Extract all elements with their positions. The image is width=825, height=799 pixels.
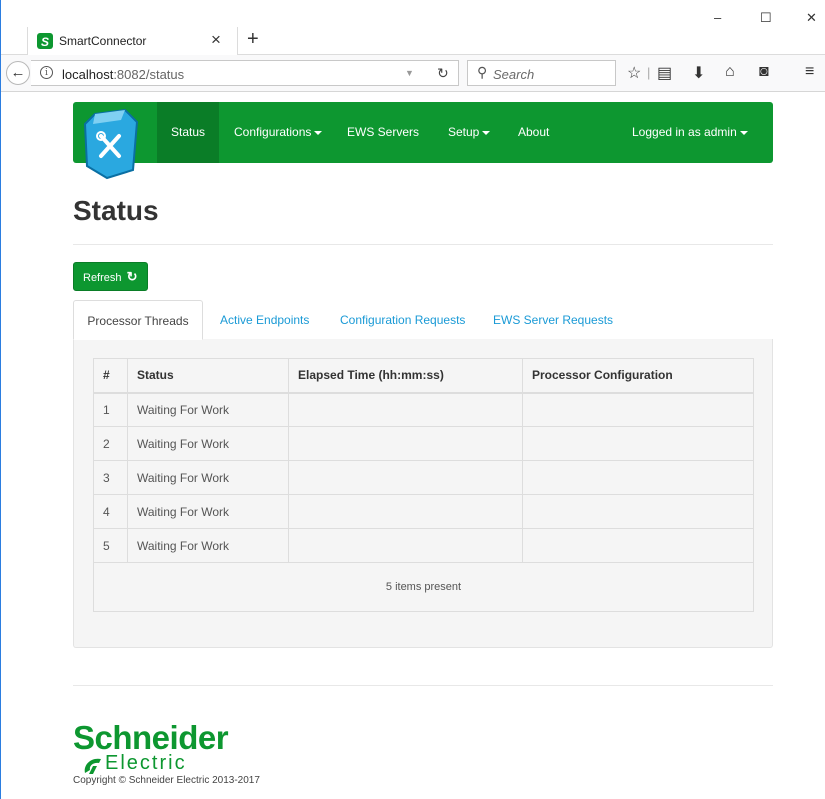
- table-header-row: # Status Elapsed Time (hh:mm:ss) Process…: [93, 358, 754, 394]
- nav-about-label: About: [518, 125, 550, 139]
- row-elapsed: [288, 528, 523, 563]
- row-elapsed: [288, 426, 523, 461]
- table-row[interactable]: 1 Waiting For Work: [93, 392, 754, 427]
- row-status: Waiting For Work: [127, 494, 289, 529]
- nav-configurations-label: Configurations: [234, 125, 312, 139]
- row-config: [522, 392, 754, 427]
- col-config-header[interactable]: Processor Configuration: [522, 358, 754, 394]
- pocket-icon[interactable]: ◙: [759, 63, 769, 81]
- nav-setup[interactable]: Setup: [448, 102, 491, 163]
- col-elapsed-header[interactable]: Elapsed Time (hh:mm:ss): [288, 358, 523, 394]
- browser-window: S SmartConnector × + – ☐ ✕ ← i localhost…: [0, 0, 825, 799]
- search-input[interactable]: ⚲ Search: [467, 60, 616, 86]
- menu-icon[interactable]: ≡: [805, 63, 814, 81]
- maximize-icon[interactable]: ☐: [760, 10, 772, 26]
- row-elapsed: [288, 392, 523, 427]
- row-number: 4: [93, 494, 128, 529]
- footer-divider: [73, 685, 773, 686]
- search-placeholder: Search: [493, 67, 535, 82]
- nav-status[interactable]: Status: [157, 102, 219, 163]
- svg-text:S: S: [41, 35, 49, 49]
- col-status-header[interactable]: Status: [127, 358, 289, 394]
- download-icon[interactable]: ⬇: [692, 63, 705, 83]
- schneider-logo-mark-icon: [84, 758, 101, 774]
- refresh-icon: ↻: [126, 269, 138, 284]
- new-tab-icon[interactable]: +: [247, 28, 259, 51]
- minimize-icon[interactable]: –: [714, 10, 721, 25]
- schneider-electric-logo: Schneider Electric: [73, 719, 243, 779]
- smartconnector-favicon-icon: S: [37, 33, 53, 49]
- refresh-button[interactable]: Refresh ↻: [73, 262, 148, 291]
- tab-active-endpoints[interactable]: Active Endpoints: [220, 300, 309, 340]
- col-number-header[interactable]: #: [93, 358, 128, 394]
- smartconnector-logo-icon[interactable]: [81, 108, 139, 180]
- url-bar[interactable]: i localhost:8082/status ▼ ↻: [31, 60, 459, 86]
- row-status: Waiting For Work: [127, 426, 289, 461]
- nav-ews-servers-label: EWS Servers: [347, 125, 420, 139]
- row-number: 2: [93, 426, 128, 461]
- tab-processor-threads[interactable]: Processor Threads: [73, 300, 203, 340]
- nav-configurations[interactable]: Configurations: [234, 102, 323, 163]
- row-number: 1: [93, 392, 128, 427]
- tab-panel: # Status Elapsed Time (hh:mm:ss) Process…: [73, 339, 773, 648]
- row-status: Waiting For Work: [127, 528, 289, 563]
- info-icon[interactable]: i: [40, 66, 53, 79]
- url-path: :8082/status: [113, 67, 185, 82]
- row-config: [522, 426, 754, 461]
- star-icon[interactable]: ☆: [627, 63, 641, 83]
- nav-setup-label: Setup: [448, 125, 480, 139]
- tab-configuration-requests-label: Configuration Requests: [340, 313, 466, 327]
- refresh-label: Refresh: [83, 272, 122, 284]
- row-elapsed: [288, 460, 523, 495]
- row-status: Waiting For Work: [127, 460, 289, 495]
- back-arrow-icon[interactable]: ←: [6, 61, 30, 85]
- page-content: Status Configurations EWS Servers Setup …: [1, 93, 825, 799]
- search-icon: ⚲: [477, 64, 488, 80]
- browser-tab[interactable]: S SmartConnector ×: [27, 27, 238, 55]
- chevron-down-icon: [314, 130, 323, 135]
- row-elapsed: [288, 494, 523, 529]
- nav-user-menu[interactable]: Logged in as admin: [632, 102, 748, 163]
- table-row[interactable]: 3 Waiting For Work: [93, 460, 754, 495]
- processor-threads-table: # Status Elapsed Time (hh:mm:ss) Process…: [93, 358, 754, 612]
- tab-ews-server-requests[interactable]: EWS Server Requests: [493, 300, 613, 340]
- title-divider: [73, 244, 773, 245]
- nav-user-label: Logged in as admin: [632, 125, 737, 139]
- copyright-text: Copyright © Schneider Electric 2013-2017: [73, 775, 260, 786]
- close-window-icon[interactable]: ✕: [806, 10, 817, 26]
- items-count: 5 items present: [93, 562, 754, 612]
- chevron-down-icon: [482, 130, 491, 135]
- table-row[interactable]: 5 Waiting For Work: [93, 528, 754, 563]
- home-icon[interactable]: ⌂: [725, 63, 735, 81]
- row-config: [522, 460, 754, 495]
- reading-list-icon[interactable]: ▤: [657, 63, 672, 83]
- logo-text-electric: Electric: [105, 752, 187, 774]
- row-number: 3: [93, 460, 128, 495]
- toolbar-separator: |: [647, 65, 651, 80]
- tab-processor-threads-label: Processor Threads: [87, 314, 189, 328]
- table-row[interactable]: 2 Waiting For Work: [93, 426, 754, 461]
- url-text: localhost:8082/status: [62, 67, 184, 82]
- row-status: Waiting For Work: [127, 392, 289, 427]
- tab-title: SmartConnector: [59, 34, 147, 48]
- row-config: [522, 528, 754, 563]
- tab-configuration-requests[interactable]: Configuration Requests: [340, 300, 465, 340]
- table-row[interactable]: 4 Waiting For Work: [93, 494, 754, 529]
- chevron-down-icon: [739, 130, 748, 135]
- nav-status-label: Status: [170, 125, 206, 139]
- tab-close-icon[interactable]: ×: [211, 30, 221, 50]
- tab-list: Processor Threads Active Endpoints Confi…: [73, 300, 773, 340]
- url-host: localhost: [62, 67, 114, 82]
- tab-active-endpoints-label: Active Endpoints: [220, 313, 310, 327]
- row-config: [522, 494, 754, 529]
- page-title: Status: [73, 195, 159, 226]
- nav-about[interactable]: About: [518, 102, 549, 163]
- row-number: 5: [93, 528, 128, 563]
- tab-ews-server-requests-label: EWS Server Requests: [493, 313, 614, 327]
- table-footer-row: 5 items present: [93, 562, 754, 612]
- url-dropdown-icon[interactable]: ▼: [405, 68, 414, 78]
- nav-ews-servers[interactable]: EWS Servers: [347, 102, 419, 163]
- reload-icon[interactable]: ↻: [437, 65, 449, 82]
